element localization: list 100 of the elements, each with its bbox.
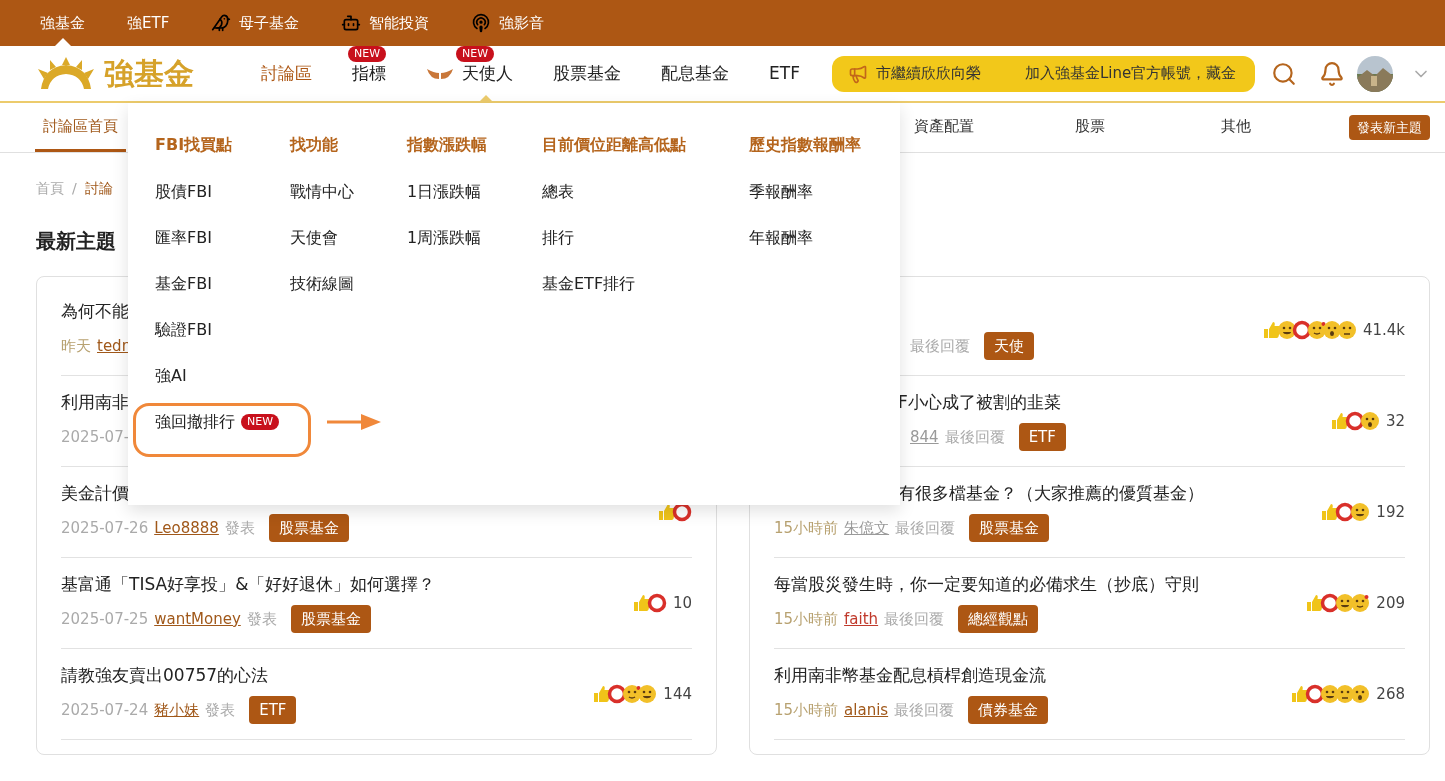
nav-link[interactable]: 股票基金 [553,60,621,87]
emoji-icon [1321,320,1342,340]
post-time: 2025-07-25 [61,608,149,630]
nav-link[interactable]: 討論區 [261,60,312,87]
sun-logo-icon [36,56,96,91]
category-tag[interactable]: 股票基金 [268,513,349,543]
new-badge: NEW [241,414,280,430]
post-action: 最後回覆 [895,517,956,539]
menu-item[interactable]: 驗證FBI [155,318,212,342]
topic-title[interactable]: F小心成了被割的韭菜 [898,390,1061,416]
reaction-count: 192 [1376,501,1405,523]
announcement-bar[interactable]: 市繼續欣欣向榮 加入強基金Line官方帳號，藏金 [831,55,1255,92]
emoji-icon [1359,411,1380,431]
post-action: 發表 [224,517,255,539]
menu-item[interactable]: 基金FBI [155,272,212,296]
top-bar-link[interactable]: 智能投資 [369,11,430,35]
category-tag[interactable]: 天使 [984,331,1034,361]
new-badge: NEW [456,46,495,62]
menu-item[interactable]: 戰情中心 [290,180,354,204]
post-action: 發表 [246,608,277,630]
podcast-icon [471,13,492,33]
nav-link[interactable]: ETF [769,60,800,87]
menu-item[interactable]: 匯率FBI [155,226,212,250]
author-link[interactable]: Leo8888 [154,516,219,540]
post-time: 2025-07-26 [61,517,149,539]
reaction-count: 144 [663,683,692,705]
menu-item[interactable]: 強回撤排行 [155,410,235,434]
category-tag[interactable]: 債券基金 [968,695,1049,725]
breadcrumb-link[interactable]: 討論 [84,177,113,199]
emoji-icon [1306,320,1327,340]
post-time: 15小時前 [774,517,839,539]
menu-heading: 找功能 [290,134,339,156]
bird-icon [211,13,232,33]
category-tag[interactable]: ETF [1018,422,1066,452]
emoji-icon [1350,593,1371,613]
topic-title[interactable]: 美金計價 [61,481,129,507]
top-bar-link[interactable]: 強ETF [127,11,170,35]
top-bar-link[interactable]: 強基金 [40,11,85,35]
megaphone-icon [847,63,868,84]
reaction-count: 209 [1376,592,1405,614]
nav-link[interactable]: 配息基金 [661,60,729,87]
bell-icon[interactable] [1318,60,1345,87]
emoji-icon [1350,684,1371,704]
menu-item[interactable]: 總表 [542,180,574,204]
post-action: 最後回覆 [894,699,955,721]
reaction-count: 268 [1376,683,1405,705]
menu-item[interactable]: 年報酬率 [749,226,813,250]
category-tag[interactable]: ETF [249,695,297,725]
search-icon[interactable] [1270,60,1297,87]
menu-item[interactable]: 股債FBI [155,180,212,204]
top-bar-link[interactable]: 母子基金 [239,11,300,35]
menu-item[interactable]: 天使會 [290,226,338,250]
reaction-count: 32 [1385,410,1405,432]
post-time: 昨天 [61,335,91,357]
section-heading: 最新主題 [36,228,116,255]
topic-title[interactable]: 每當股災發生時，你一定要知道的必備求生（抄底）守則 [774,572,1199,598]
sub-tab[interactable]: 股票 [1067,103,1113,152]
heart-ring-icon [1291,320,1312,340]
topic-title[interactable]: 有很多檔基金？（大家推薦的優質基金） [898,481,1204,507]
author-link[interactable]: faith [844,607,879,631]
top-bar-link[interactable]: 強影音 [499,11,545,35]
heart-ring-icon [672,502,692,522]
arrow-icon [327,412,381,432]
emoji-icon [1350,502,1371,522]
menu-item[interactable]: 季報酬率 [749,180,813,204]
sub-tab[interactable]: 資產配置 [906,103,982,152]
topic-title[interactable]: 利用南非幣基金配息槓桿創造現金流 [774,663,1046,689]
post-action: 最後回覆 [884,608,945,630]
author-link[interactable]: 豬小妹 [154,698,200,722]
heart-ring-icon [646,593,667,613]
author-link[interactable]: alanis [844,698,889,722]
topic-title[interactable]: 基富通「TISA好享投」&「好好退休」如何選擇？ [61,572,436,598]
menu-item[interactable]: 排行 [542,226,574,250]
emoji-icon [1336,320,1357,340]
robot-icon [341,13,362,33]
announcement-text: 市繼續欣欣向榮 [875,63,981,85]
post-time: 15小時前 [774,699,839,721]
nav-link[interactable]: 天使人 [462,60,513,87]
emoji-icon [637,684,658,704]
author-link[interactable]: wantMoney [154,607,241,631]
topic-title[interactable]: 利用南非 [61,390,129,416]
new-topic-button[interactable]: 發表新主題 [1349,114,1430,141]
category-tag[interactable]: 股票基金 [969,513,1050,543]
emoji-icon [622,684,643,704]
nav-link[interactable]: 指標 [352,60,386,87]
menu-item[interactable]: 1周漲跌幅 [407,226,482,250]
menu-heading: 指數漲跌幅 [407,134,488,156]
category-tag[interactable]: 總經觀點 [958,604,1039,634]
reaction-count: 10 [672,592,692,614]
category-tag[interactable]: 股票基金 [290,604,371,634]
menu-item[interactable]: 技術線圖 [290,272,354,296]
topic-title[interactable]: 請教強友賣出00757的心法 [61,663,269,689]
wings-icon [426,66,454,81]
menu-item[interactable]: 1日漲跌幅 [407,180,482,204]
sub-tab[interactable]: 其他 [1213,103,1259,152]
menu-item[interactable]: 基金ETF排行 [542,272,636,296]
menu-item[interactable]: 強AI [155,364,187,388]
menu-heading: FBI找買點 [155,134,234,156]
thumbs-up-icon [1261,320,1282,340]
topic-title[interactable]: 為何不能 [61,299,129,325]
